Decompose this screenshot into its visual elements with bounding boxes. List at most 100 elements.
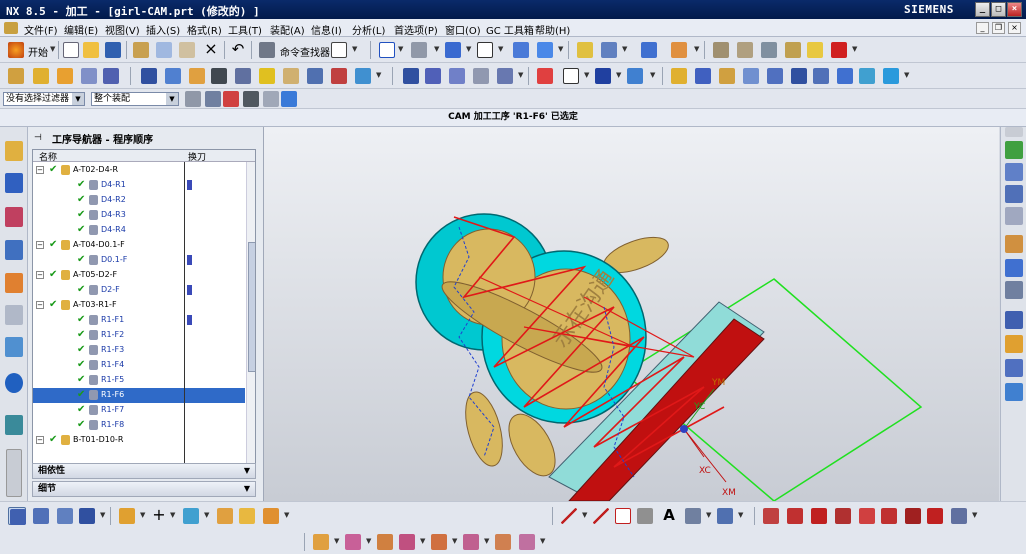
gouge-check-icon[interactable] bbox=[594, 67, 612, 85]
blue-cube-icon[interactable] bbox=[280, 90, 298, 108]
paste-object-icon[interactable] bbox=[472, 67, 490, 85]
dropdown-icon[interactable]: ▼ bbox=[376, 71, 381, 79]
operation-row[interactable]: ✔ R1-F3 bbox=[33, 343, 245, 358]
curve-length-icon[interactable] bbox=[926, 507, 944, 525]
dropdown-icon[interactable]: ▼ bbox=[352, 45, 357, 53]
dropdown-icon[interactable]: ▼ bbox=[170, 511, 175, 519]
patch-icon[interactable] bbox=[430, 533, 448, 551]
operation-row[interactable]: ✔ D4-R3 bbox=[33, 208, 245, 223]
play-toolpath-icon[interactable] bbox=[562, 67, 580, 85]
feeds-icon[interactable] bbox=[670, 67, 688, 85]
selection-intent-icon[interactable] bbox=[600, 41, 618, 59]
graphics-window[interactable]: 示在沟通 YM YC XC XM bbox=[264, 127, 999, 501]
face-icon[interactable] bbox=[344, 533, 362, 551]
method-view-icon[interactable] bbox=[210, 67, 228, 85]
shaded-cube-icon[interactable] bbox=[444, 41, 462, 59]
program-group-row[interactable]: − ✔ A-T03-R1-F bbox=[33, 298, 245, 313]
dependency-section[interactable]: 相依性 ▼ bbox=[32, 463, 256, 479]
snap-icon[interactable] bbox=[222, 90, 240, 108]
expand-collapse-icon[interactable]: − bbox=[36, 301, 44, 309]
history-tab-icon[interactable] bbox=[5, 415, 23, 435]
close-button[interactable]: × bbox=[1007, 2, 1022, 17]
dropdown-icon[interactable]: ▼ bbox=[334, 537, 339, 545]
message-icon[interactable] bbox=[1005, 259, 1023, 277]
doc-minimize-button[interactable]: _ bbox=[976, 22, 989, 34]
dropdown-icon[interactable]: ▼ bbox=[738, 511, 743, 519]
calculator-icon[interactable] bbox=[1005, 335, 1023, 353]
select-body-icon[interactable] bbox=[56, 507, 74, 525]
menu-file[interactable]: 文件(F) bbox=[24, 22, 58, 37]
replay-icon[interactable] bbox=[282, 67, 300, 85]
extract-icon[interactable] bbox=[518, 533, 536, 551]
box-icon[interactable] bbox=[806, 41, 824, 59]
column-header-tool-change[interactable]: 换刀 bbox=[188, 150, 206, 163]
dropdown-icon[interactable]: ▼ bbox=[284, 511, 289, 519]
sew-icon[interactable] bbox=[398, 533, 416, 551]
program-group-row[interactable]: − ✔ A-T02-D4-R bbox=[33, 163, 245, 178]
select-geometry-icon[interactable] bbox=[8, 507, 26, 525]
cut-icon[interactable] bbox=[132, 41, 150, 59]
scroll-thumb[interactable] bbox=[248, 242, 255, 372]
dropdown-icon[interactable]: ▼ bbox=[518, 71, 523, 79]
start-icon[interactable] bbox=[7, 41, 25, 59]
postprocess-icon[interactable] bbox=[306, 67, 324, 85]
measure-icon[interactable] bbox=[1005, 281, 1023, 299]
dropdown-icon[interactable]: ▼ bbox=[972, 511, 977, 519]
operation-navigator-tab-icon[interactable] bbox=[5, 141, 23, 161]
boundary-icon[interactable] bbox=[766, 67, 784, 85]
menu-tools[interactable]: 工具(T) bbox=[228, 22, 262, 37]
simulate-icon[interactable] bbox=[858, 67, 876, 85]
operation-row[interactable]: ✔ D4-R1 bbox=[33, 178, 245, 193]
dropdown-icon[interactable]: ▼ bbox=[398, 45, 403, 53]
machine-icon[interactable] bbox=[812, 67, 830, 85]
extend-icon[interactable] bbox=[786, 507, 804, 525]
dropdown-icon[interactable]: ▼ bbox=[582, 511, 587, 519]
expand-collapse-icon[interactable]: − bbox=[36, 271, 44, 279]
operation-row[interactable]: ✔ D0.1-F bbox=[33, 253, 245, 268]
layer-icon[interactable] bbox=[670, 41, 688, 59]
operation-row[interactable]: ✔ R1-F2 bbox=[33, 328, 245, 343]
corner-icon[interactable] bbox=[858, 507, 876, 525]
clip-view-icon[interactable] bbox=[512, 41, 530, 59]
command-finder-label[interactable]: 命令查找器 bbox=[280, 44, 330, 59]
render-style-icon[interactable] bbox=[410, 41, 428, 59]
program-group-row[interactable]: − ✔ A-T05-D2-F bbox=[33, 268, 245, 283]
wrench-icon[interactable] bbox=[784, 41, 802, 59]
unite-icon[interactable] bbox=[262, 507, 280, 525]
divide-icon[interactable] bbox=[810, 507, 828, 525]
surface-icon[interactable] bbox=[312, 533, 330, 551]
fit-view-icon[interactable] bbox=[378, 41, 396, 59]
select-component-icon[interactable] bbox=[32, 507, 50, 525]
generate-icon[interactable] bbox=[234, 67, 252, 85]
dropdown-icon[interactable]: ▼ bbox=[100, 511, 105, 519]
operation-row[interactable]: ✔ R1-F1 bbox=[33, 313, 245, 328]
cut-object-icon[interactable] bbox=[424, 67, 442, 85]
cutter-icon[interactable] bbox=[694, 67, 712, 85]
part-navigator-tab-icon[interactable] bbox=[5, 273, 23, 293]
menu-insert[interactable]: 插入(S) bbox=[146, 22, 180, 37]
show-hide-icon[interactable] bbox=[640, 41, 658, 59]
command-finder-icon[interactable] bbox=[258, 41, 276, 59]
edit-icon[interactable] bbox=[1005, 163, 1023, 181]
expand-collapse-icon[interactable]: − bbox=[36, 166, 44, 174]
cam-model-view[interactable]: 示在沟通 YM YC XC XM bbox=[264, 127, 999, 501]
flag-icon[interactable] bbox=[1005, 235, 1023, 253]
dropdown-icon[interactable]: ▼ bbox=[434, 45, 439, 53]
operation-row[interactable]: ✔ D4-R2 bbox=[33, 193, 245, 208]
copy-object-icon[interactable] bbox=[448, 67, 466, 85]
snap-point-icon[interactable] bbox=[118, 507, 136, 525]
menu-gc-toolbox[interactable]: GC 工具箱 bbox=[486, 22, 534, 37]
assembly-icon[interactable] bbox=[712, 41, 730, 59]
offset-curve-icon[interactable] bbox=[684, 507, 702, 525]
selection-filter-dropdown[interactable]: 没有选择过滤器 ▼ bbox=[3, 92, 85, 106]
component-icon[interactable] bbox=[736, 41, 754, 59]
snap-point-icon[interactable] bbox=[576, 41, 594, 59]
thicken-icon[interactable] bbox=[494, 533, 512, 551]
dropdown-icon[interactable]: ▼ bbox=[498, 45, 503, 53]
dropdown-icon[interactable]: ▼ bbox=[540, 537, 545, 545]
doc-close-button[interactable]: × bbox=[1008, 22, 1021, 34]
menu-info[interactable]: 信息(I) bbox=[311, 22, 342, 37]
operation-row[interactable]: ✔ D4-R4 bbox=[33, 223, 245, 238]
program-group-row[interactable]: − ✔ A-T04-D0.1-F bbox=[33, 238, 245, 253]
undo-icon[interactable]: ↶ bbox=[229, 41, 247, 59]
